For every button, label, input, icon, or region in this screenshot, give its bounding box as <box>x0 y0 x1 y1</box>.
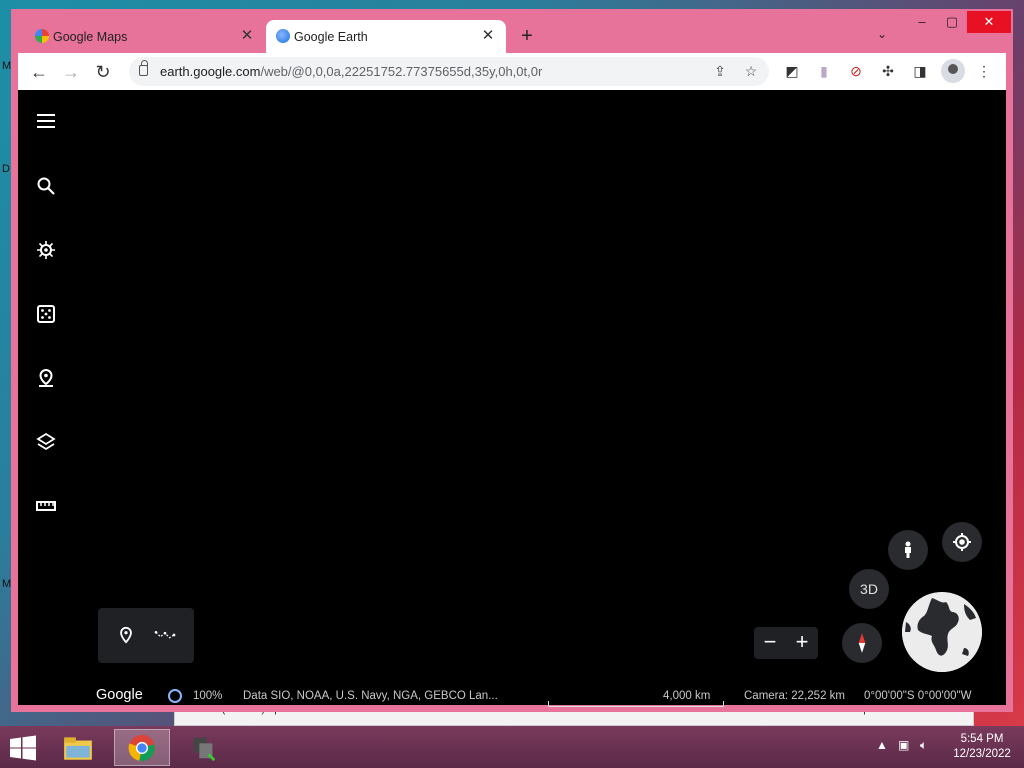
close-tab-icon[interactable]: ✕ <box>480 28 496 44</box>
load-percent: 100% <box>193 690 223 702</box>
title-bar: Google Maps ✕ Google Earth ✕ + ⌄ – ▢ ✕ <box>11 9 1013 53</box>
earth-viewport[interactable]: 3D − + Google 100% Data SIO, NOAA, U.S. … <box>18 90 1006 707</box>
clock-time: 5:54 PM <box>960 733 1004 745</box>
draw-path-icon[interactable] <box>154 624 176 646</box>
desktop-icon-label: D <box>2 163 10 175</box>
search-icon[interactable] <box>34 174 58 198</box>
add-placemark-icon[interactable] <box>115 624 137 646</box>
taskbar: ▲ ▣ 🔈︎ 5:54 PM 12/23/2022 <box>0 726 1024 768</box>
browser-toolbar: ← → ↻ earth.google.com/web/@0,0,0a,22251… <box>18 53 1006 90</box>
forward-button[interactable]: → <box>60 61 82 83</box>
data-attribution[interactable]: Data SIO, NOAA, U.S. Navy, NGA, GEBCO La… <box>243 690 498 702</box>
placemark-panel <box>98 608 194 663</box>
file-explorer-icon[interactable] <box>50 729 106 766</box>
zoom-in-button[interactable]: + <box>786 627 818 659</box>
blocker-extension-icon[interactable]: ⊘ <box>846 61 866 81</box>
maximize-button[interactable]: ▢ <box>937 11 967 33</box>
close-tab-icon[interactable]: ✕ <box>239 28 255 44</box>
chrome-taskbar-icon[interactable] <box>114 729 170 766</box>
google-earth-favicon-icon <box>276 29 290 43</box>
compass-icon[interactable] <box>842 623 882 663</box>
network-app-icon[interactable] <box>176 729 232 766</box>
close-window-button[interactable]: ✕ <box>967 11 1011 33</box>
projects-pin-icon[interactable] <box>34 366 58 390</box>
map-style-layers-icon[interactable] <box>34 430 58 454</box>
share-icon[interactable]: ⇪ <box>711 62 729 80</box>
bookmark-star-icon[interactable]: ☆ <box>742 62 760 80</box>
show-hidden-icons-icon[interactable]: ▲ <box>876 738 888 752</box>
lock-icon <box>139 60 148 76</box>
desktop-icon-label: M <box>2 60 12 72</box>
zoom-controls: − + <box>754 627 818 659</box>
street-view-pegman-icon[interactable] <box>888 530 928 570</box>
loading-ring-icon <box>168 689 182 703</box>
dark-mode-extension-icon[interactable]: ◩ <box>782 61 802 81</box>
clock-date: 12/23/2022 <box>953 748 1011 760</box>
my-location-icon[interactable] <box>942 522 982 562</box>
address-bar[interactable]: earth.google.com/web/@0,0,0a,22251752.77… <box>129 57 769 86</box>
desktop-icon-label: M <box>2 578 12 590</box>
extensions-puzzle-icon[interactable]: ✣ <box>878 61 898 81</box>
volume-icon[interactable]: 🔈︎ <box>920 738 927 753</box>
url-text: earth.google.com/web/@0,0,0a,22251752.77… <box>160 64 543 79</box>
more-menu-icon[interactable]: ⋮ <box>974 61 994 81</box>
google-logo: Google <box>96 687 143 703</box>
tab-title: Google Maps <box>53 29 128 44</box>
overview-globe-icon[interactable] <box>902 592 982 672</box>
new-tab-button[interactable]: + <box>515 25 539 49</box>
browser-window: Google Maps ✕ Google Earth ✕ + ⌄ – ▢ ✕ ←… <box>11 9 1013 712</box>
tab-google-maps[interactable]: Google Maps ✕ <box>25 20 265 53</box>
minimize-button[interactable]: – <box>907 11 937 33</box>
toggle-3d-button[interactable]: 3D <box>849 569 889 609</box>
voyager-icon[interactable] <box>34 238 58 262</box>
windows-start-icon[interactable] <box>8 735 38 761</box>
tab-search-chevron-icon[interactable]: ⌄ <box>877 27 887 41</box>
tab-title: Google Earth <box>294 29 368 44</box>
profile-avatar[interactable] <box>941 59 965 83</box>
extension-icon[interactable]: ▮ <box>814 61 834 81</box>
tab-google-earth[interactable]: Google Earth ✕ <box>266 20 506 53</box>
coordinates: 0°00'00"S 0°00'00"W <box>864 690 972 702</box>
scale-label[interactable]: 4,000 km <box>663 690 710 702</box>
reload-button[interactable]: ↻ <box>92 61 114 83</box>
feeling-lucky-icon[interactable] <box>34 302 58 326</box>
google-maps-favicon-icon <box>35 29 49 43</box>
back-button[interactable]: ← <box>28 61 50 83</box>
earth-footer: Google 100% Data SIO, NOAA, U.S. Navy, N… <box>18 679 1006 707</box>
measure-ruler-icon[interactable] <box>34 494 58 518</box>
menu-icon[interactable] <box>34 109 58 133</box>
zoom-out-button[interactable]: − <box>754 627 786 659</box>
network-status-icon[interactable]: ▣ <box>898 738 909 752</box>
side-panel-icon[interactable]: ◨ <box>910 61 930 81</box>
system-clock[interactable]: 5:54 PM 12/23/2022 <box>944 732 1020 762</box>
camera-altitude: Camera: 22,252 km <box>744 690 845 702</box>
